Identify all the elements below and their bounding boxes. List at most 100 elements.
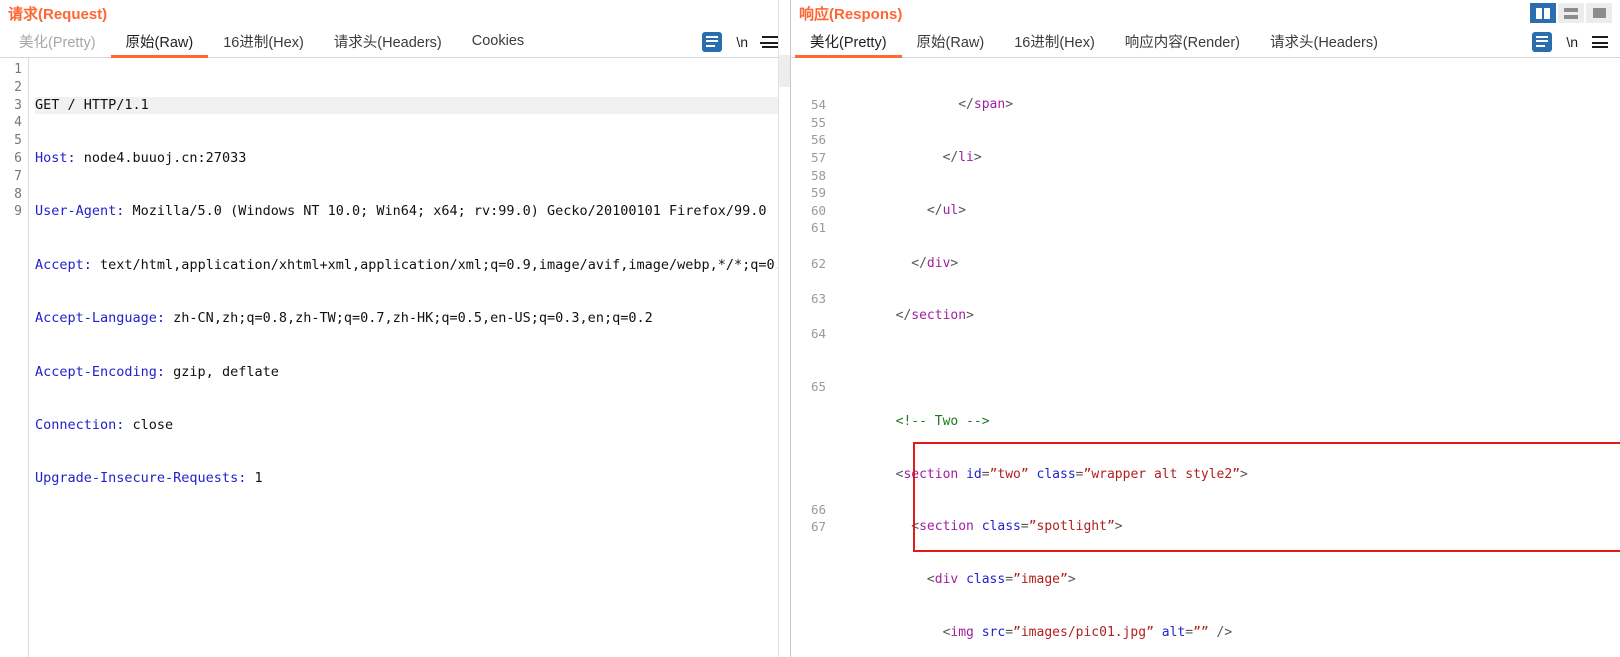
request-header-value: 1	[246, 470, 263, 487]
line-number: 3	[14, 97, 22, 113]
line-number: 1	[14, 62, 22, 77]
line-number-spacer: .	[791, 395, 826, 413]
line-number: 60	[810, 202, 826, 218]
response-line-numbers: 54 55 56 57 58 59 60 61 . 62 . 63 . 64 .…	[791, 58, 833, 657]
request-line: User-Agent: Mozilla/5.0 (Windows NT 10.0…	[35, 203, 790, 221]
code-line: <!-- Two -->	[833, 413, 990, 429]
line-number-spacer: .	[791, 483, 826, 501]
request-header-name: Host:	[35, 149, 76, 166]
single-pane-icon[interactable]	[1586, 3, 1612, 23]
line-number: 55	[810, 114, 826, 130]
code-line: <img src=”images/pic01.jpg” alt=”” />	[833, 625, 1233, 640]
request-panel-title: 请求(Request)	[8, 6, 108, 23]
request-line: Host: node4.buuoj.cn:27033	[35, 150, 790, 168]
request-header-name: Accept-Language:	[35, 310, 166, 327]
line-number: 64	[810, 325, 826, 341]
menu-icon[interactable]	[1592, 36, 1608, 48]
request-line: GET / HTTP/1.1	[35, 96, 790, 115]
line-number: 6	[14, 150, 22, 166]
response-panel-title: 响应(Respons)	[799, 6, 903, 23]
tab-response-render[interactable]: 响应内容(Render)	[1110, 27, 1255, 58]
response-code-area[interactable]: 54 55 56 57 58 59 60 61 . 62 . 63 . 64 .…	[791, 58, 1620, 657]
tab-request-raw[interactable]: 原始(Raw)	[110, 27, 209, 58]
request-line: Accept-Language: zh-CN,zh;q=0.8,zh-TW;q=…	[35, 310, 790, 328]
line-number-spacer: .	[791, 360, 826, 378]
request-header-name: Accept-Encoding:	[35, 363, 166, 380]
code-line: </section>	[833, 308, 974, 324]
response-panel: 响应(Respons) 美化(Pretty) 原始(Raw) 16进制(Hex)…	[790, 0, 1620, 657]
request-panel: 请求(Request) 美化(Pretty) 原始(Raw) 16进制(Hex)…	[0, 0, 791, 657]
newline-icon[interactable]: \n	[1566, 34, 1578, 50]
code-line: </li>	[833, 149, 982, 165]
request-header-value: Mozilla/5.0 (Windows NT 10.0; Win64; x64…	[124, 203, 767, 220]
request-overflow-menu-icon[interactable]	[760, 36, 778, 50]
line-number: 59	[810, 185, 826, 201]
line-number: 2	[14, 79, 22, 95]
line-number-spacer: .	[791, 430, 826, 448]
request-panel-scrollbar[interactable]	[778, 0, 791, 657]
line-number: 63	[810, 290, 826, 306]
response-pretty-content[interactable]: </span> </li> </ul> </div> </section> <!…	[833, 58, 1620, 657]
code-line: </span>	[958, 97, 1014, 113]
line-number: 65	[810, 378, 826, 394]
request-line: Accept: text/html,application/xhtml+xml,…	[35, 257, 790, 275]
line-number-spacer: .	[791, 307, 826, 325]
tab-request-pretty[interactable]: 美化(Pretty)	[4, 27, 111, 58]
request-tabbar: 美化(Pretty) 原始(Raw) 16进制(Hex) 请求头(Headers…	[0, 27, 790, 58]
request-header-name: Accept:	[35, 256, 92, 273]
word-wrap-icon[interactable]	[1532, 32, 1553, 52]
response-tool-group: \n	[1532, 27, 1620, 57]
tab-response-pretty[interactable]: 美化(Pretty)	[795, 27, 902, 58]
line-number: 54	[810, 97, 826, 113]
line-number-spacer: .	[791, 413, 826, 431]
tab-response-hex[interactable]: 16进制(Hex)	[999, 27, 1110, 58]
request-raw-content[interactable]: GET / HTTP/1.1 Host: node4.buuoj.cn:2703…	[28, 58, 790, 657]
line-number-spacer: .	[791, 272, 826, 290]
line-number: 8	[14, 186, 22, 202]
stacked-rows-icon[interactable]	[1558, 3, 1584, 23]
line-number: 57	[810, 149, 826, 165]
request-header-value: text/html,application/xhtml+xml,applicat…	[91, 256, 790, 273]
request-line-value: GET / HTTP/1.1	[35, 96, 149, 113]
line-number: 58	[810, 167, 826, 183]
word-wrap-icon[interactable]	[702, 32, 723, 52]
tab-response-headers[interactable]: 请求头(Headers)	[1255, 27, 1393, 58]
line-number: 66	[810, 501, 826, 517]
line-number: 62	[810, 255, 826, 271]
line-number: 7	[14, 168, 22, 184]
request-code-area[interactable]: 1 2 3 4 5 6 7 8 9 GET / HTTP/1.1 Host: n…	[0, 58, 790, 657]
request-line	[35, 524, 790, 542]
request-line-numbers: 1 2 3 4 5 6 7 8 9	[0, 58, 28, 657]
line-number: 61	[810, 220, 826, 236]
request-header-value: node4.buuoj.cn:27033	[75, 149, 247, 166]
code-line: </div>	[833, 255, 959, 271]
line-number: 5	[14, 133, 22, 149]
tab-request-cookies[interactable]: Cookies	[457, 27, 539, 58]
response-tabbar: 美化(Pretty) 原始(Raw) 16进制(Hex) 响应内容(Render…	[791, 27, 1620, 58]
newline-icon[interactable]: \n	[736, 34, 748, 50]
tab-request-headers[interactable]: 请求头(Headers)	[319, 27, 457, 58]
line-number: 9	[14, 204, 22, 220]
request-header-name: Connection:	[35, 416, 125, 433]
code-line: </ul>	[833, 202, 967, 218]
line-number	[791, 79, 826, 97]
request-header-value: gzip, deflate	[165, 363, 279, 380]
code-line: <section id=”two” class=”wrapper alt sty…	[833, 466, 1248, 482]
code-line: <div class=”image”>	[833, 572, 1076, 588]
line-number-spacer: .	[791, 466, 826, 484]
line-number-spacer: .	[791, 343, 826, 361]
request-line: Connection: close	[35, 417, 790, 435]
line-number: 56	[810, 132, 826, 148]
request-header-value: zh-CN,zh;q=0.8,zh-TW;q=0.7,zh-HK;q=0.5,e…	[165, 310, 653, 327]
request-line: Upgrade-Insecure-Requests: 1	[35, 470, 790, 488]
tab-response-raw[interactable]: 原始(Raw)	[902, 27, 1000, 58]
request-header-name: User-Agent:	[35, 203, 125, 220]
code-line: <section class=”spotlight”>	[833, 519, 1123, 535]
tab-request-hex[interactable]: 16进制(Hex)	[208, 27, 319, 58]
request-header-value: close	[124, 416, 174, 433]
request-header-name: Upgrade-Insecure-Requests:	[35, 470, 247, 487]
request-line: Accept-Encoding: gzip, deflate	[35, 364, 790, 382]
split-columns-icon[interactable]	[1530, 3, 1556, 23]
line-number-spacer: .	[791, 237, 826, 255]
